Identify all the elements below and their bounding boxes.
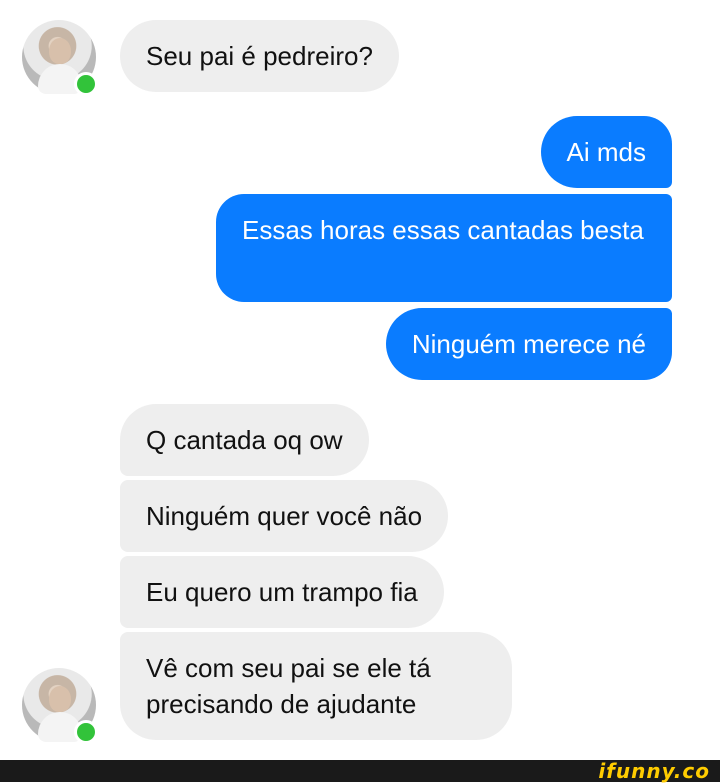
- online-status-icon: [74, 72, 98, 96]
- message-bubble-incoming[interactable]: Vê com seu pai se ele tá precisando de a…: [120, 632, 512, 740]
- message-bubble-incoming[interactable]: Eu quero um trampo fia: [120, 556, 444, 628]
- ifunny-logo: ifunny.co: [598, 759, 710, 783]
- message-bubble-incoming[interactable]: Q cantada oq ow: [120, 404, 369, 476]
- watermark-bar: ifunny.co: [0, 759, 720, 783]
- online-status-icon: [74, 720, 98, 744]
- message-bubble-incoming[interactable]: Ninguém quer você não: [120, 480, 449, 552]
- contact-avatar[interactable]: [22, 668, 98, 744]
- message-bubble-incoming[interactable]: Seu pai é pedreiro?: [120, 20, 399, 92]
- message-bubble-outgoing[interactable]: Ninguém merece né: [385, 308, 672, 380]
- message-bubble-outgoing[interactable]: Essas horas essas cantadas besta: [216, 194, 672, 302]
- chat-thread: Seu pai é pedreiro? Ai mds Essas horas e…: [0, 0, 720, 760]
- contact-avatar[interactable]: [22, 20, 98, 96]
- avatar-face: [49, 686, 71, 712]
- avatar-face: [49, 38, 71, 64]
- message-bubble-outgoing[interactable]: Ai mds: [540, 116, 672, 188]
